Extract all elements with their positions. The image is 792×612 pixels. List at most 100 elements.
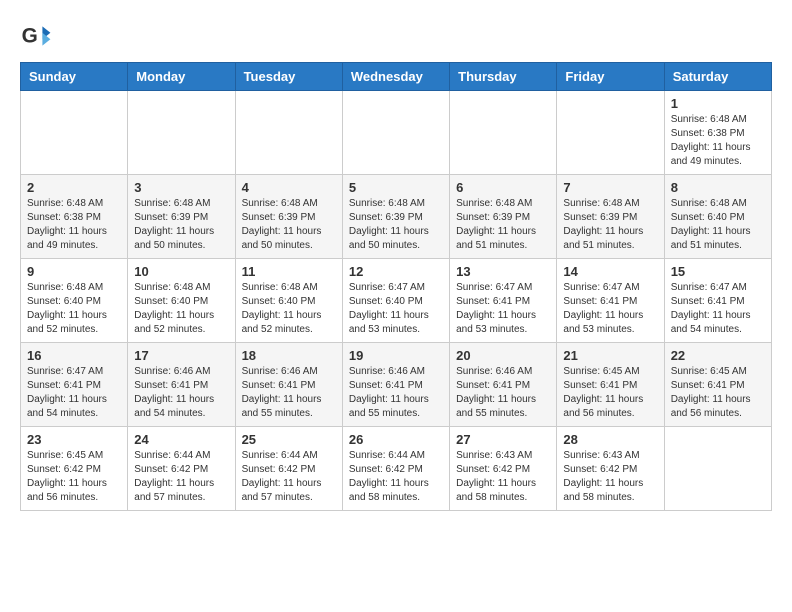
day-info: Sunrise: 6:45 AM Sunset: 6:42 PM Dayligh… [27, 449, 121, 505]
calendar-cell: 27 Sunrise: 6:43 AM Sunset: 6:42 PM Dayli… [450, 427, 557, 511]
calendar-cell: 25 Sunrise: 6:44 AM Sunset: 6:42 PM Dayli… [235, 427, 342, 511]
day-info: Sunrise: 6:47 AM Sunset: 6:41 PM Dayligh… [563, 281, 657, 337]
day-info: Sunrise: 6:48 AM Sunset: 6:39 PM Dayligh… [456, 197, 550, 253]
day-info: Sunrise: 6:48 AM Sunset: 6:38 PM Dayligh… [671, 113, 765, 169]
day-number: 2 [27, 180, 121, 195]
day-info: Sunrise: 6:48 AM Sunset: 6:39 PM Dayligh… [349, 197, 443, 253]
calendar-week-row: 23 Sunrise: 6:45 AM Sunset: 6:42 PM Dayli… [21, 427, 772, 511]
calendar-cell: 8 Sunrise: 6:48 AM Sunset: 6:40 PM Daylig… [664, 175, 771, 259]
calendar-cell [235, 91, 342, 175]
calendar-cell [342, 91, 449, 175]
calendar-header-row: SundayMondayTuesdayWednesdayThursdayFrid… [21, 63, 772, 91]
logo: G [20, 20, 56, 52]
day-number: 10 [134, 264, 228, 279]
calendar-week-row: 16 Sunrise: 6:47 AM Sunset: 6:41 PM Dayli… [21, 343, 772, 427]
calendar-cell: 12Sunrise: 6:47 AM Sunset: 6:40 PM Dayli… [342, 259, 449, 343]
calendar-week-row: 1 Sunrise: 6:48 AM Sunset: 6:38 PM Daylig… [21, 91, 772, 175]
day-info: Sunrise: 6:46 AM Sunset: 6:41 PM Dayligh… [134, 365, 228, 421]
day-header-saturday: Saturday [664, 63, 771, 91]
day-number: 23 [27, 432, 121, 447]
day-info: Sunrise: 6:43 AM Sunset: 6:42 PM Dayligh… [563, 449, 657, 505]
calendar-cell [557, 91, 664, 175]
day-info: Sunrise: 6:48 AM Sunset: 6:39 PM Dayligh… [134, 197, 228, 253]
day-info: Sunrise: 6:45 AM Sunset: 6:41 PM Dayligh… [563, 365, 657, 421]
day-number: 21 [563, 348, 657, 363]
calendar-cell: 5 Sunrise: 6:48 AM Sunset: 6:39 PM Daylig… [342, 175, 449, 259]
day-header-tuesday: Tuesday [235, 63, 342, 91]
day-number: 7 [563, 180, 657, 195]
day-number: 3 [134, 180, 228, 195]
calendar-cell: 28 Sunrise: 6:43 AM Sunset: 6:42 PM Dayli… [557, 427, 664, 511]
calendar-week-row: 9 Sunrise: 6:48 AM Sunset: 6:40 PM Daylig… [21, 259, 772, 343]
svg-text:G: G [22, 24, 38, 47]
day-number: 24 [134, 432, 228, 447]
day-info: Sunrise: 6:45 AM Sunset: 6:41 PM Dayligh… [671, 365, 765, 421]
calendar-cell: 10 Sunrise: 6:48 AM Sunset: 6:40 PM Dayli… [128, 259, 235, 343]
day-number: 18 [242, 348, 336, 363]
day-info: Sunrise: 6:43 AM Sunset: 6:42 PM Dayligh… [456, 449, 550, 505]
calendar-cell: 2 Sunrise: 6:48 AM Sunset: 6:38 PM Daylig… [21, 175, 128, 259]
calendar-cell: 13 Sunrise: 6:47 AM Sunset: 6:41 PM Dayli… [450, 259, 557, 343]
day-info: Sunrise: 6:47 AM Sunset: 6:41 PM Dayligh… [456, 281, 550, 337]
calendar-cell [664, 427, 771, 511]
day-number: 19 [349, 348, 443, 363]
day-number: 4 [242, 180, 336, 195]
day-number: 17 [134, 348, 228, 363]
calendar-cell: 16 Sunrise: 6:47 AM Sunset: 6:41 PM Dayli… [21, 343, 128, 427]
calendar-cell: 3 Sunrise: 6:48 AM Sunset: 6:39 PM Daylig… [128, 175, 235, 259]
calendar-cell: 9 Sunrise: 6:48 AM Sunset: 6:40 PM Daylig… [21, 259, 128, 343]
day-header-friday: Friday [557, 63, 664, 91]
day-info: Sunrise: 6:48 AM Sunset: 6:40 PM Dayligh… [671, 197, 765, 253]
day-number: 25 [242, 432, 336, 447]
day-number: 16 [27, 348, 121, 363]
day-number: 1 [671, 96, 765, 111]
calendar-cell: 11Sunrise: 6:48 AM Sunset: 6:40 PM Dayli… [235, 259, 342, 343]
calendar-cell: 23 Sunrise: 6:45 AM Sunset: 6:42 PM Dayli… [21, 427, 128, 511]
day-number: 9 [27, 264, 121, 279]
calendar-cell: 21 Sunrise: 6:45 AM Sunset: 6:41 PM Dayli… [557, 343, 664, 427]
day-number: 13 [456, 264, 550, 279]
calendar: SundayMondayTuesdayWednesdayThursdayFrid… [20, 62, 772, 511]
calendar-cell: 15 Sunrise: 6:47 AM Sunset: 6:41 PM Dayli… [664, 259, 771, 343]
day-number: 11 [242, 264, 336, 279]
day-info: Sunrise: 6:48 AM Sunset: 6:39 PM Dayligh… [563, 197, 657, 253]
day-number: 22 [671, 348, 765, 363]
calendar-cell: 1 Sunrise: 6:48 AM Sunset: 6:38 PM Daylig… [664, 91, 771, 175]
logo-icon: G [20, 20, 52, 52]
calendar-cell: 26 Sunrise: 6:44 AM Sunset: 6:42 PM Dayli… [342, 427, 449, 511]
calendar-cell: 4Sunrise: 6:48 AM Sunset: 6:39 PM Daylig… [235, 175, 342, 259]
calendar-cell [128, 91, 235, 175]
calendar-cell: 22 Sunrise: 6:45 AM Sunset: 6:41 PM Dayli… [664, 343, 771, 427]
calendar-cell [450, 91, 557, 175]
calendar-week-row: 2 Sunrise: 6:48 AM Sunset: 6:38 PM Daylig… [21, 175, 772, 259]
day-info: Sunrise: 6:44 AM Sunset: 6:42 PM Dayligh… [349, 449, 443, 505]
day-number: 8 [671, 180, 765, 195]
day-info: Sunrise: 6:46 AM Sunset: 6:41 PM Dayligh… [242, 365, 336, 421]
day-info: Sunrise: 6:48 AM Sunset: 6:40 PM Dayligh… [27, 281, 121, 337]
calendar-cell: 6 Sunrise: 6:48 AM Sunset: 6:39 PM Daylig… [450, 175, 557, 259]
day-header-thursday: Thursday [450, 63, 557, 91]
day-number: 5 [349, 180, 443, 195]
day-number: 15 [671, 264, 765, 279]
day-number: 14 [563, 264, 657, 279]
day-info: Sunrise: 6:46 AM Sunset: 6:41 PM Dayligh… [456, 365, 550, 421]
day-info: Sunrise: 6:44 AM Sunset: 6:42 PM Dayligh… [242, 449, 336, 505]
calendar-cell: 14 Sunrise: 6:47 AM Sunset: 6:41 PM Dayli… [557, 259, 664, 343]
day-number: 20 [456, 348, 550, 363]
day-header-monday: Monday [128, 63, 235, 91]
day-info: Sunrise: 6:48 AM Sunset: 6:38 PM Dayligh… [27, 197, 121, 253]
day-header-wednesday: Wednesday [342, 63, 449, 91]
calendar-cell: 20 Sunrise: 6:46 AM Sunset: 6:41 PM Dayli… [450, 343, 557, 427]
day-info: Sunrise: 6:47 AM Sunset: 6:41 PM Dayligh… [671, 281, 765, 337]
calendar-cell: 24Sunrise: 6:44 AM Sunset: 6:42 PM Dayli… [128, 427, 235, 511]
header: G [20, 20, 772, 52]
calendar-cell [21, 91, 128, 175]
day-info: Sunrise: 6:46 AM Sunset: 6:41 PM Dayligh… [349, 365, 443, 421]
day-number: 26 [349, 432, 443, 447]
day-number: 27 [456, 432, 550, 447]
day-info: Sunrise: 6:47 AM Sunset: 6:41 PM Dayligh… [27, 365, 121, 421]
day-info: Sunrise: 6:48 AM Sunset: 6:40 PM Dayligh… [134, 281, 228, 337]
day-header-sunday: Sunday [21, 63, 128, 91]
day-number: 28 [563, 432, 657, 447]
day-number: 6 [456, 180, 550, 195]
